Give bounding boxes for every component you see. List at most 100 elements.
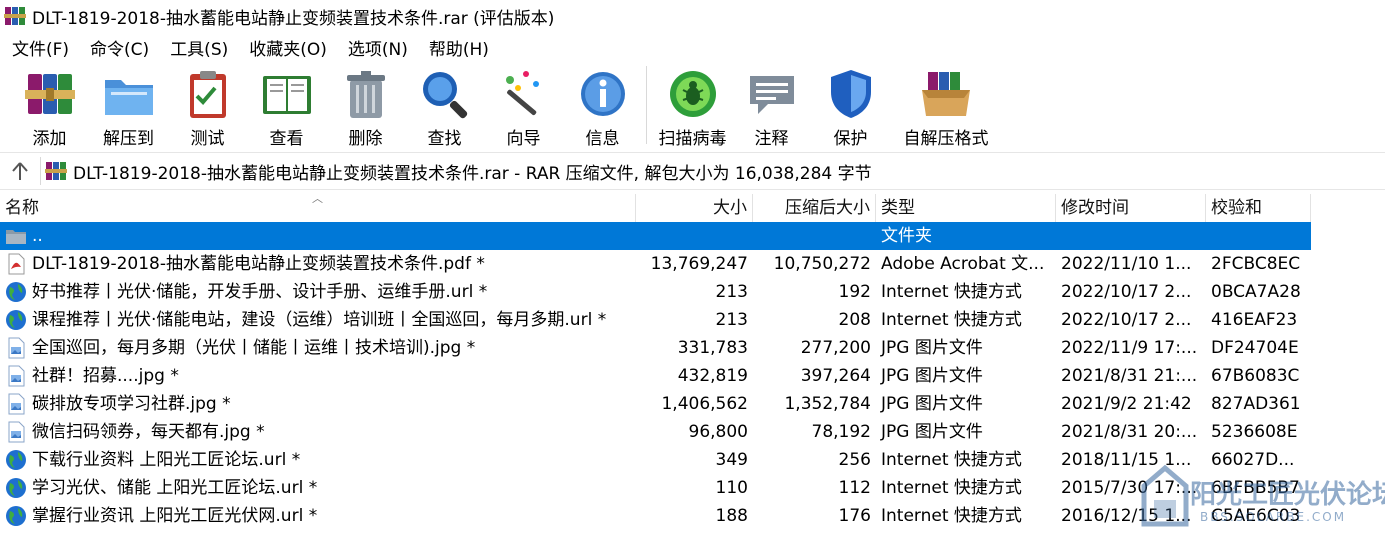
archive-books-icon bbox=[24, 74, 75, 114]
file-row[interactable]: 好书推荐丨光伏·储能，开发手册、设计手册、运维手册.url * 213 192 Int… bbox=[0, 278, 1385, 306]
menu-help[interactable]: 帮助(H) bbox=[429, 35, 489, 60]
globe-icon bbox=[5, 309, 27, 331]
folder-extract-icon bbox=[104, 80, 153, 115]
file-type: Adobe Acrobat 文... bbox=[881, 254, 1045, 274]
column-name[interactable]: 名称 bbox=[0, 194, 636, 222]
column-crc[interactable]: 校验和 bbox=[1206, 194, 1311, 222]
file-name: 掌握行业资讯 上阳光工匠光伏网.url * bbox=[32, 506, 318, 526]
clipboard-check-icon bbox=[189, 71, 226, 118]
file-type: Internet 快捷方式 bbox=[881, 506, 1022, 526]
file-name-cell: 学习光伏、储能 上阳光工匠论坛.url * bbox=[0, 474, 636, 502]
comment-icon bbox=[749, 76, 794, 114]
file-modified: 2021/8/31 20:... bbox=[1061, 422, 1198, 442]
file-size: 432,819 bbox=[677, 366, 748, 386]
file-size: 188 bbox=[715, 506, 748, 526]
virus-scan-icon bbox=[669, 71, 716, 117]
file-row[interactable]: DLT-1819-2018-抽水蓄能电站静止变频装置技术条件.pdf * 13,7… bbox=[0, 250, 1385, 278]
info-label: 信息 bbox=[585, 129, 620, 149]
column-header-row: 名称 大小 压缩后大小 类型 修改时间 校验和 bbox=[0, 194, 1385, 222]
file-size: 331,783 bbox=[677, 338, 748, 358]
scan-label: 扫描病毒 bbox=[658, 129, 727, 149]
scan-button[interactable]: 扫描病毒 bbox=[653, 62, 732, 150]
file-size: 13,769,247 bbox=[650, 254, 748, 274]
window-title: DLT-1819-2018-抽水蓄能电站静止变频装置技术条件.rar (评估版本… bbox=[32, 8, 555, 29]
file-row[interactable]: 社群！招募....jpg * 432,819 397,264 JPG 图片文件 2021… bbox=[0, 362, 1385, 390]
file-row[interactable]: 微信扫码领券，每天都有.jpg * 96,800 78,192 JPG 图片文件 202… bbox=[0, 418, 1385, 446]
find-label: 查找 bbox=[427, 129, 462, 149]
column-size[interactable]: 大小 bbox=[636, 194, 753, 222]
archive-icon bbox=[45, 162, 67, 180]
menu-favorites[interactable]: 收藏夹(O) bbox=[249, 35, 327, 60]
file-name: 下载行业资料 上阳光工匠论坛.url * bbox=[32, 450, 301, 470]
file-name: .. bbox=[32, 226, 43, 246]
extract-button[interactable]: 解压到 bbox=[89, 62, 168, 150]
file-size: 1,406,562 bbox=[661, 394, 748, 414]
add-label: 添加 bbox=[32, 129, 67, 149]
wizard-button[interactable]: 向导 bbox=[484, 62, 563, 150]
file-packed-size: 10,750,272 bbox=[773, 254, 871, 274]
info-button[interactable]: 信息 bbox=[563, 62, 642, 150]
info-icon bbox=[580, 72, 625, 116]
test-label: 测试 bbox=[190, 129, 225, 149]
file-name-cell: 掌握行业资讯 上阳光工匠光伏网.url * bbox=[0, 502, 636, 530]
file-type: Internet 快捷方式 bbox=[881, 450, 1022, 470]
file-name: 社群！招募....jpg * bbox=[32, 366, 179, 386]
file-crc: 5236608E bbox=[1211, 422, 1298, 442]
file-type: Internet 快捷方式 bbox=[881, 310, 1022, 330]
file-packed-size: 112 bbox=[838, 478, 871, 498]
file-name: DLT-1819-2018-抽水蓄能电站静止变频装置技术条件.pdf * bbox=[32, 254, 485, 274]
file-modified: 2021/9/2 21:42 bbox=[1061, 394, 1192, 414]
toolbar: 添加 解压到 测试 查看 删除 查找 向导 信息 扫描病毒 注释 保护 自解压格… bbox=[0, 62, 1385, 150]
globe-icon bbox=[5, 281, 27, 303]
file-type: Internet 快捷方式 bbox=[881, 282, 1022, 302]
delete-button[interactable]: 删除 bbox=[326, 62, 405, 150]
file-crc: 827AD361 bbox=[1211, 394, 1301, 414]
protect-button[interactable]: 保护 bbox=[811, 62, 890, 150]
file-modified: 2022/11/10 1... bbox=[1061, 254, 1192, 274]
column-type[interactable]: 类型 bbox=[876, 194, 1056, 222]
parent-folder-row[interactable]: .. 文件夹 bbox=[0, 222, 1385, 250]
file-name-cell: 碳排放专项学习社群.jpg * bbox=[0, 390, 636, 418]
watermark: 阳光工匠光伏论坛 BBS.SOLARBE.COM bbox=[1140, 460, 1385, 540]
toolbar-separator bbox=[646, 66, 647, 144]
file-size: 213 bbox=[715, 310, 748, 330]
menu-options[interactable]: 选项(N) bbox=[348, 35, 408, 60]
book-view-icon bbox=[262, 76, 311, 114]
watermark-subtext: BBS.SOLARBE.COM bbox=[1200, 510, 1347, 524]
column-modified[interactable]: 修改时间 bbox=[1056, 194, 1206, 222]
file-size: 349 bbox=[715, 450, 748, 470]
file-packed-size: 192 bbox=[838, 282, 871, 302]
address-bar: DLT-1819-2018-抽水蓄能电站静止变频装置技术条件.rar - RAR… bbox=[0, 152, 1385, 190]
winrar-app-icon bbox=[4, 7, 26, 25]
test-button[interactable]: 测试 bbox=[168, 62, 247, 150]
file-packed-size: 176 bbox=[838, 506, 871, 526]
file-size: 96,800 bbox=[688, 422, 748, 442]
sfx-box-icon bbox=[922, 72, 970, 116]
file-row[interactable]: 全国巡回，每月多期（光伏丨储能丨运维丨技术培训).jpg * 331,783 277… bbox=[0, 334, 1385, 362]
file-size: 213 bbox=[715, 282, 748, 302]
file-size: 110 bbox=[715, 478, 748, 498]
menu-tools[interactable]: 工具(S) bbox=[170, 35, 228, 60]
file-name-cell: .. bbox=[0, 222, 636, 250]
find-button[interactable]: 查找 bbox=[405, 62, 484, 150]
file-name-cell: DLT-1819-2018-抽水蓄能电站静止变频装置技术条件.pdf * bbox=[0, 250, 636, 278]
add-button[interactable]: 添加 bbox=[10, 62, 89, 150]
menu-file[interactable]: 文件(F) bbox=[12, 35, 69, 60]
view-button[interactable]: 查看 bbox=[247, 62, 326, 150]
sfx-button[interactable]: 自解压格式 bbox=[890, 62, 1002, 150]
watermark-house-icon bbox=[1141, 464, 1189, 527]
file-crc: 2FCBC8EC bbox=[1211, 254, 1301, 274]
comment-button[interactable]: 注释 bbox=[732, 62, 811, 150]
file-packed-size: 1,352,784 bbox=[784, 394, 871, 414]
menu-commands[interactable]: 命令(C) bbox=[90, 35, 149, 60]
archive-path: DLT-1819-2018-抽水蓄能电站静止变频装置技术条件.rar - RAR… bbox=[73, 163, 872, 184]
image-file-icon bbox=[5, 337, 27, 359]
file-name-cell: 社群！招募....jpg * bbox=[0, 362, 636, 390]
file-name-cell: 下载行业资料 上阳光工匠论坛.url * bbox=[0, 446, 636, 474]
column-packed-size[interactable]: 压缩后大小 bbox=[753, 194, 876, 222]
file-row[interactable]: 课程推荐丨光伏·储能电站，建设（运维）培训班丨全国巡回，每月多期.url * 21… bbox=[0, 306, 1385, 334]
file-modified bbox=[1056, 222, 1206, 250]
up-button[interactable] bbox=[0, 156, 40, 186]
file-row[interactable]: 碳排放专项学习社群.jpg * 1,406,562 1,352,784 JPG 图片文… bbox=[0, 390, 1385, 418]
globe-icon bbox=[5, 449, 27, 471]
